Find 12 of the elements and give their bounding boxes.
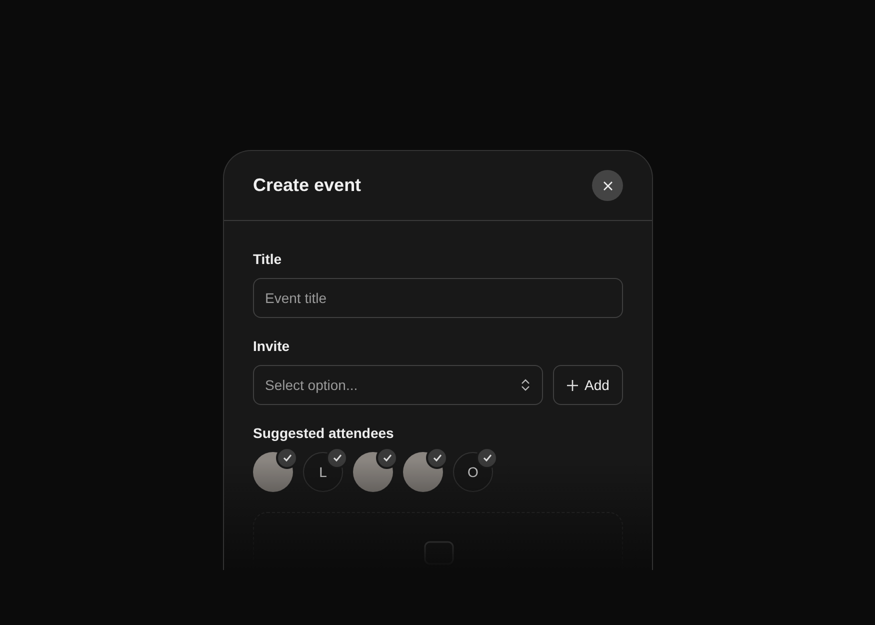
title-input-field[interactable]: Event title <box>253 278 623 318</box>
chevron-updown-icon <box>521 379 530 391</box>
invite-select-field[interactable]: Select option... <box>253 365 543 405</box>
dialog-title: Create event <box>253 175 362 196</box>
close-icon <box>602 180 612 190</box>
add-button[interactable]: Add <box>553 365 623 405</box>
tray-icon <box>424 541 454 565</box>
plus-icon <box>566 380 578 390</box>
close-button[interactable] <box>592 170 623 201</box>
field-label: Title <box>253 251 283 267</box>
field-label: Invite <box>253 338 291 354</box>
section-label: Suggested attendees <box>253 425 395 441</box>
